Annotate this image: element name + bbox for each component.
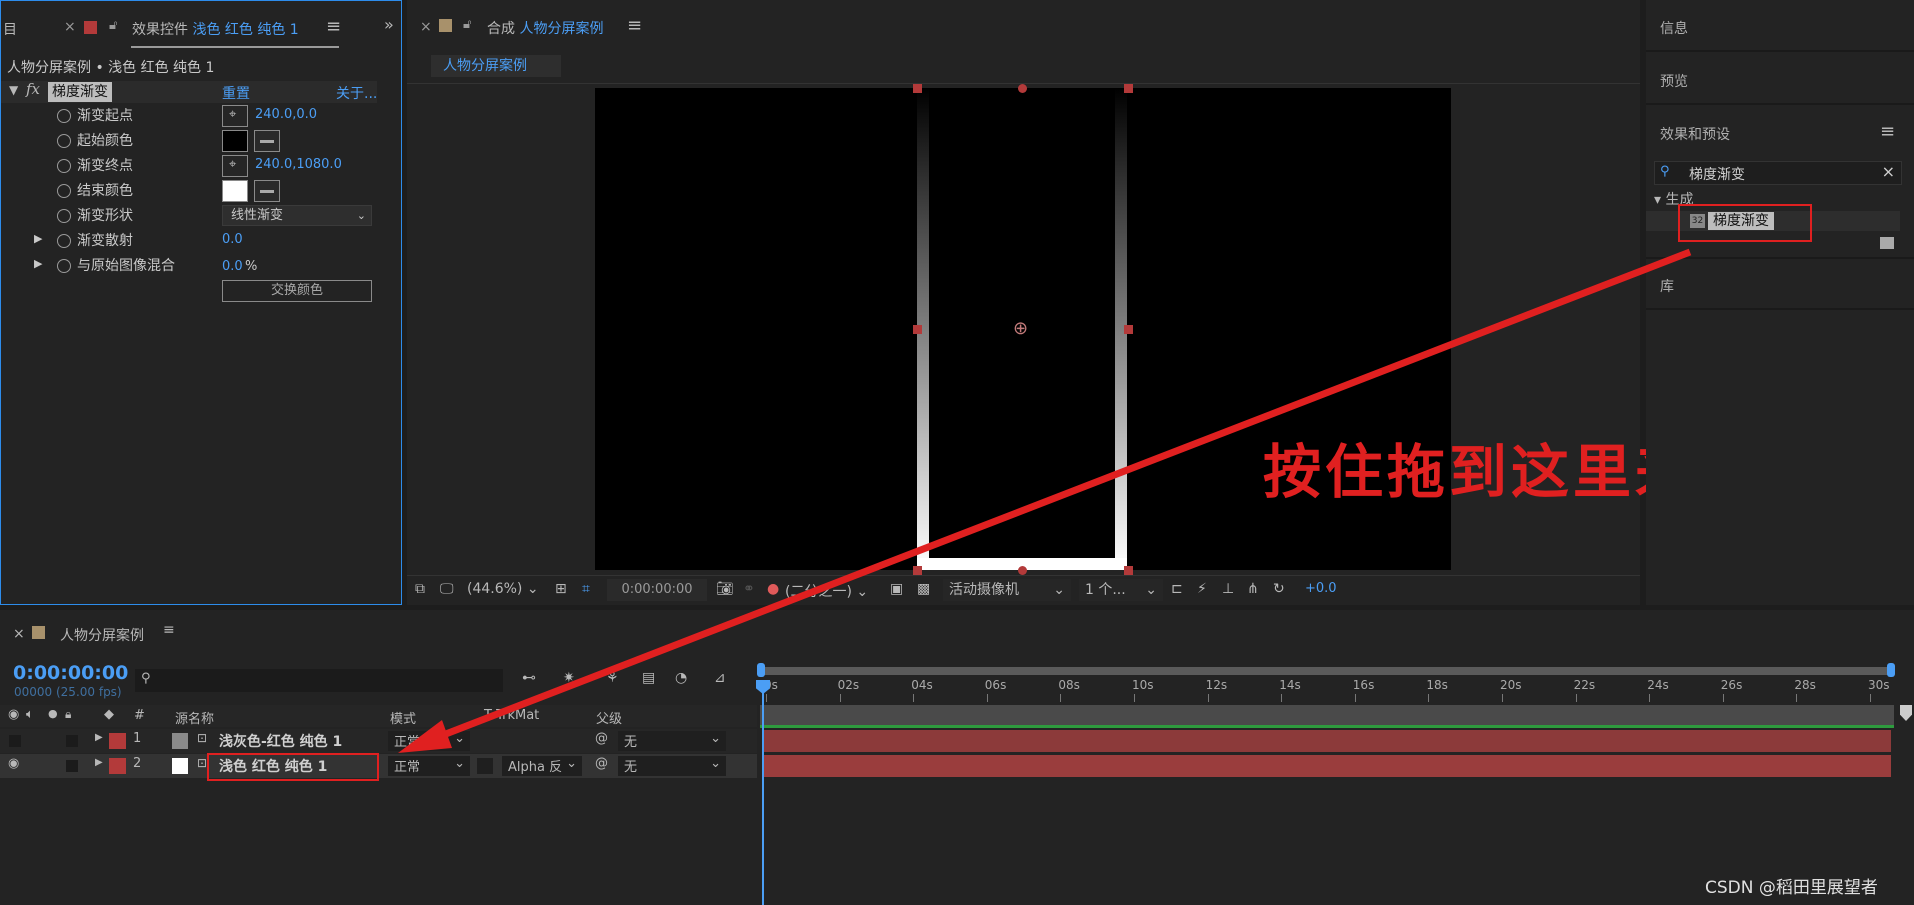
watermark: CSDN @稻田里展望者 [1705, 878, 1878, 898]
arrow-head [398, 720, 452, 753]
arrow-shaft [418, 248, 1692, 748]
annotation-arrow [398, 248, 1692, 753]
